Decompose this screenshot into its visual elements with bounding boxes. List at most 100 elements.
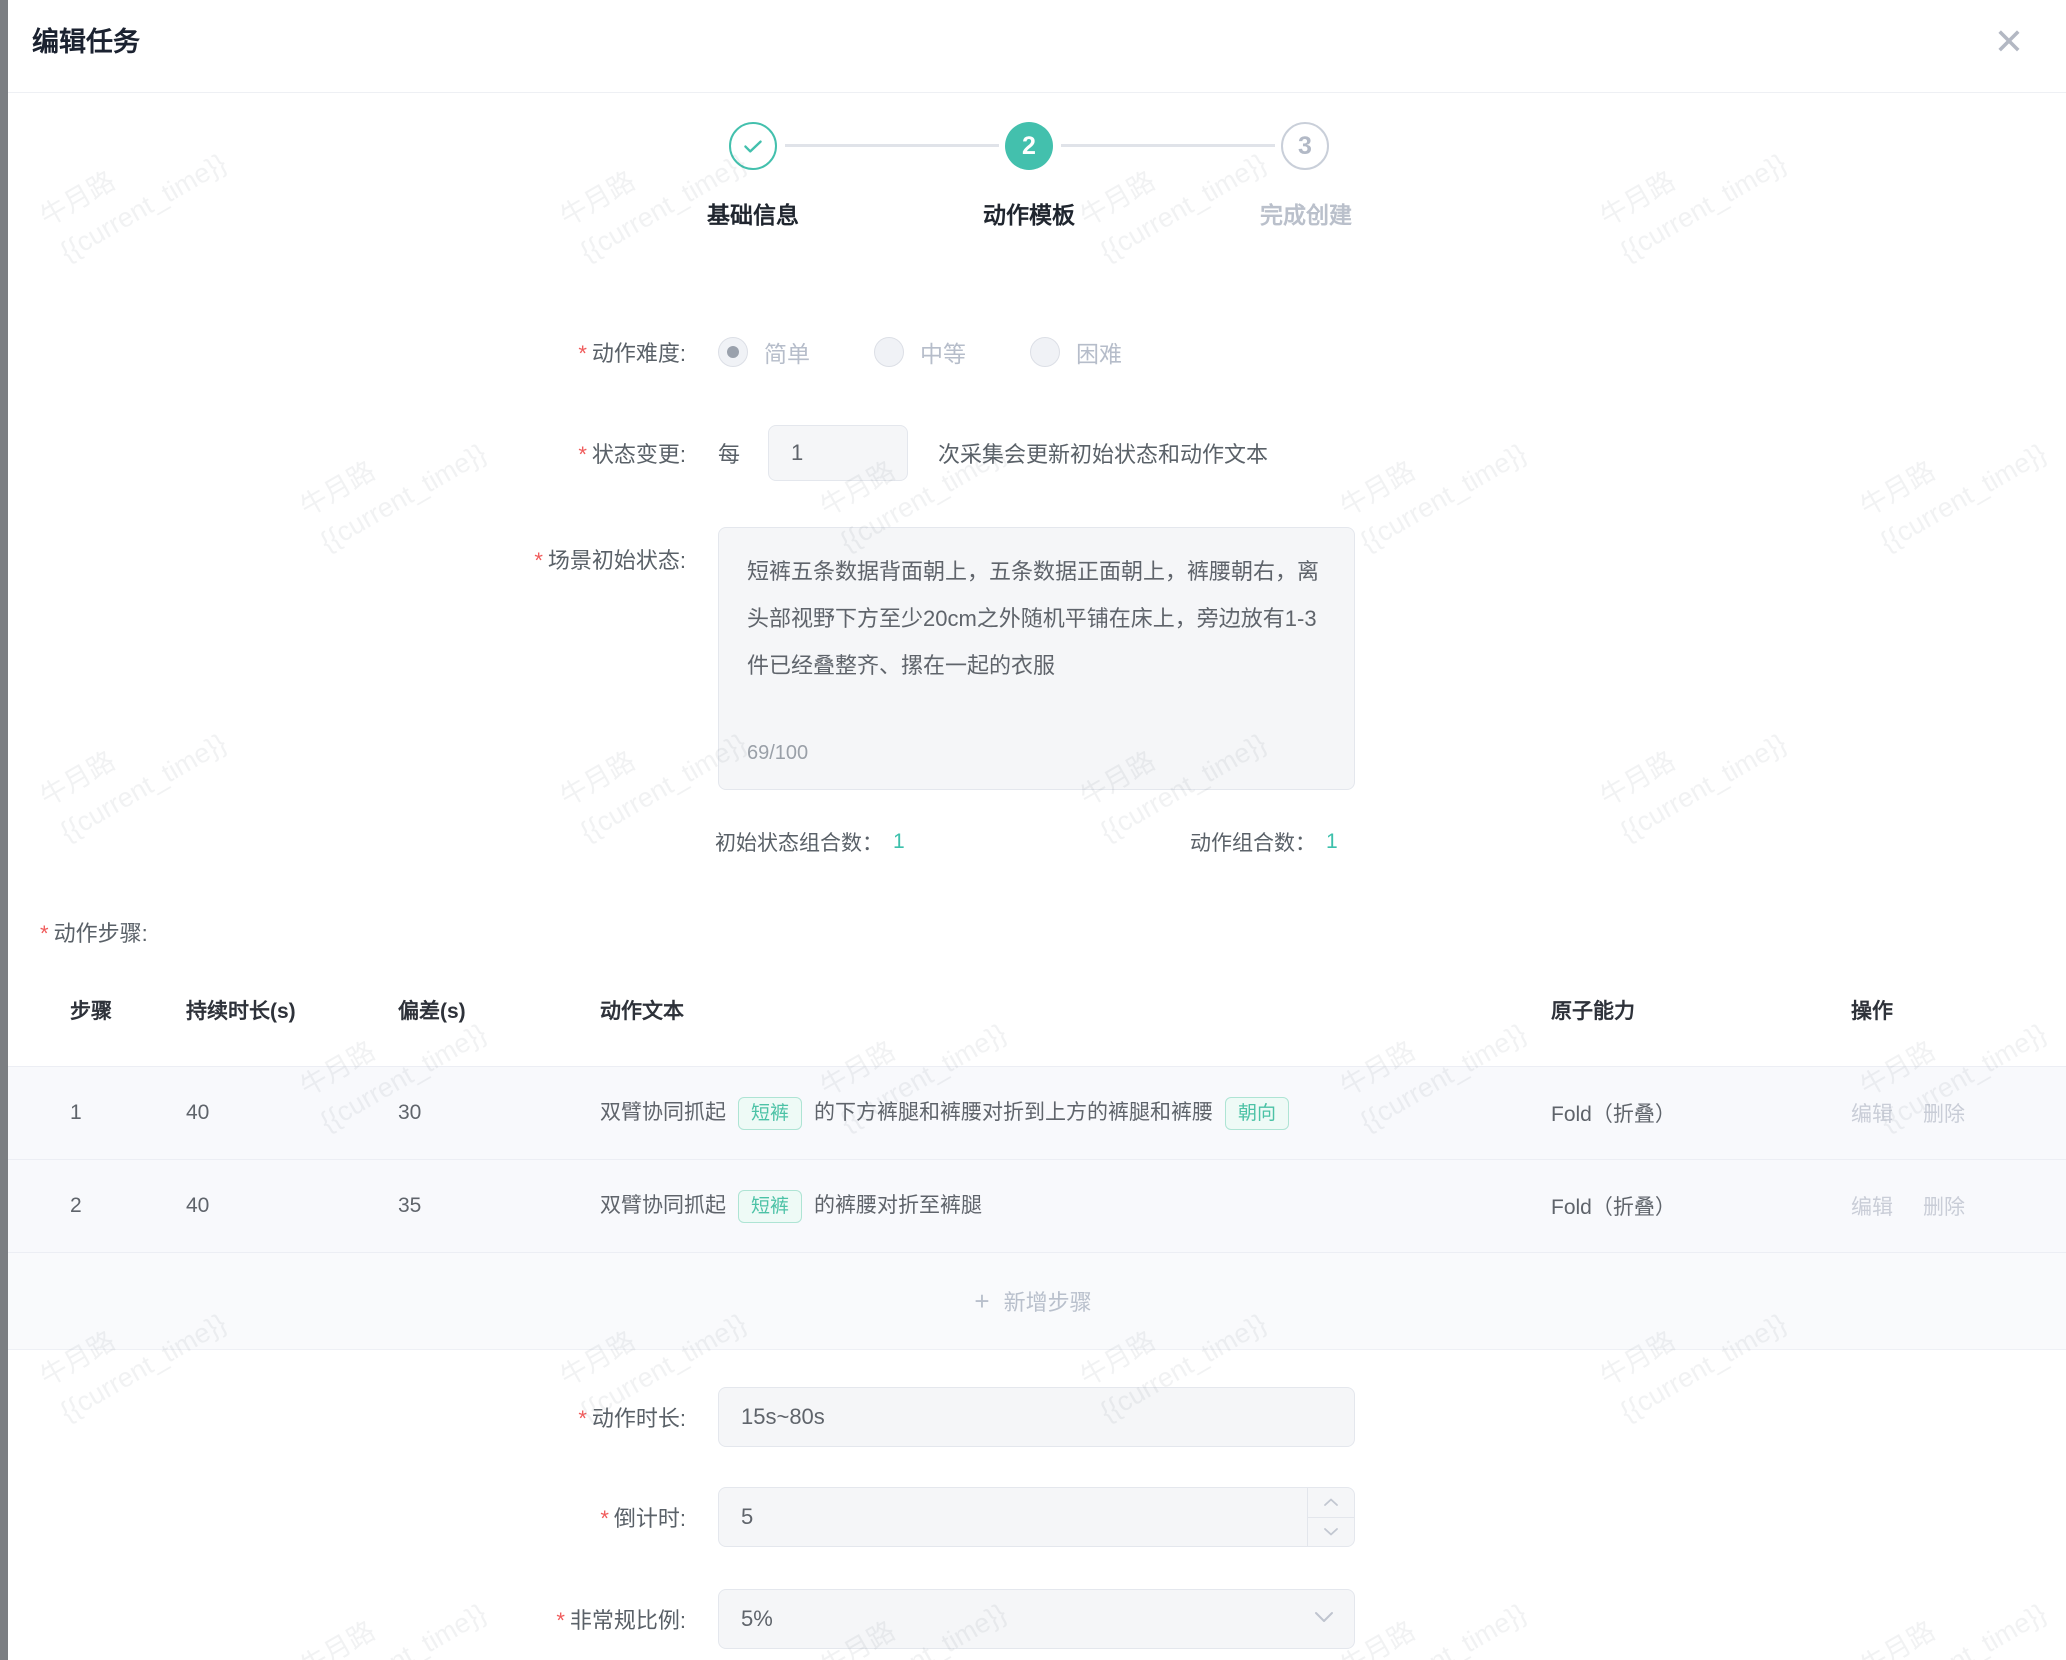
difficulty-radio-0[interactable]: 简单 [718, 335, 810, 369]
object-tag: 短裤 [738, 1190, 802, 1223]
step-connector [785, 144, 999, 147]
difficulty-label: *动作难度: [0, 336, 700, 368]
delete-link[interactable]: 删除 [1923, 1103, 1965, 1126]
step-3-number: 3 [1298, 132, 1312, 161]
table-row: 14030双臂协同抓起短裤的下方裤腿和裤腰对折到上方的裤腿和裤腰朝向Fold（折… [0, 1066, 2066, 1160]
deviation-cell: 30 [398, 1101, 600, 1125]
edit-link[interactable]: 编辑 [1851, 1103, 1893, 1126]
required-marker: * [40, 921, 49, 946]
step-2-number: 2 [1022, 132, 1036, 161]
initial-state-text: 短裤五条数据背面朝上，五条数据正面朝上，裤腰朝右，离头部视野下方至少20cm之外… [747, 548, 1326, 689]
edit-link[interactable]: 编辑 [1851, 1196, 1893, 1219]
state-change-input[interactable] [768, 425, 908, 481]
required-marker: * [578, 1406, 587, 1431]
unusual-ratio-label: *非常规比例: [0, 1603, 700, 1635]
close-icon[interactable]: ✕ [1994, 22, 2024, 62]
dialog-title: 编辑任务 [32, 0, 140, 84]
duration-input[interactable]: 15s~80s [718, 1387, 1355, 1447]
state-change-label: *状态变更: [0, 437, 700, 469]
difficulty-radio-2[interactable]: 困难 [1030, 335, 1122, 369]
countdown-label: *倒计时: [0, 1501, 700, 1533]
plus-icon: + [974, 1286, 989, 1317]
orientation-tag: 朝向 [1225, 1097, 1289, 1130]
duration-value: 15s~80s [719, 1404, 825, 1430]
chevron-down-icon [1314, 1610, 1334, 1628]
initial-combo-label: 初始状态组合数： [715, 827, 883, 857]
action-text: 的下方裤腿和裤腰对折到上方的裤腿和裤腰 [814, 1101, 1213, 1124]
add-step-label: 新增步骤 [1004, 1285, 1092, 1317]
spinner-up-icon[interactable] [1308, 1488, 1354, 1517]
state-change-row: *状态变更: 每 次采集会更新初始状态和动作文本 [0, 424, 2066, 482]
duration-row: *动作时长: 15s~80s [0, 1386, 2066, 1448]
difficulty-radio-1[interactable]: 中等 [874, 335, 966, 369]
col-header-duration: 持续时长(s) [186, 995, 398, 1025]
col-header-ability: 原子能力 [1551, 995, 1851, 1025]
col-header-step: 步骤 [0, 995, 186, 1025]
required-marker: * [534, 548, 543, 573]
object-tag: 短裤 [738, 1097, 802, 1130]
delete-link[interactable]: 删除 [1923, 1196, 1965, 1219]
initial-state-row: *场景初始状态: 短裤五条数据背面朝上，五条数据正面朝上，裤腰朝右，离头部视野下… [0, 527, 2066, 790]
step-connector [1061, 144, 1275, 147]
action-combo-value: 1 [1326, 830, 1338, 854]
action-steps-section-label: *动作步骤: [40, 916, 148, 948]
required-marker: * [556, 1608, 565, 1633]
unusual-ratio-value: 5% [719, 1606, 773, 1632]
add-step-button[interactable]: + 新增步骤 [0, 1253, 2066, 1350]
ability-cell: Fold（折叠） [1551, 1191, 1851, 1221]
radio-label: 困难 [1076, 335, 1122, 369]
step-3-circle: 3 [1281, 122, 1329, 170]
watermark-text: 牛月路{{current_time}} [1072, 109, 1273, 271]
check-icon [740, 133, 766, 159]
operations-cell: 编辑 删除 [1851, 1098, 2066, 1128]
deviation-cell: 35 [398, 1194, 600, 1218]
state-change-prefix: 每 [718, 437, 740, 469]
step-1-circle [729, 122, 777, 170]
duration-cell: 40 [186, 1194, 398, 1218]
step-3-label: 完成创建 [1186, 196, 1426, 230]
radio-label: 简单 [764, 335, 810, 369]
unusual-ratio-select[interactable]: 5% [718, 1589, 1355, 1649]
step-cell: 1 [0, 1101, 186, 1125]
radio-icon [718, 337, 748, 367]
radio-icon [874, 337, 904, 367]
operations-cell: 编辑 删除 [1851, 1191, 2066, 1221]
step-cell: 2 [0, 1194, 186, 1218]
required-marker: * [578, 341, 587, 366]
col-header-operations: 操作 [1851, 995, 2066, 1025]
edit-task-dialog: 编辑任务 ✕ 2 3 基础信息 动作模板 完成创建 *动作难度: 简单 中等 [0, 0, 2066, 1660]
page-left-edge [0, 0, 8, 1660]
action-text: 的裤腰对折至裤腿 [814, 1194, 982, 1217]
action-text-cell: 双臂协同抓起短裤的下方裤腿和裤腰对折到上方的裤腿和裤腰朝向 [600, 1096, 1551, 1130]
required-marker: * [600, 1506, 609, 1531]
duration-label: *动作时长: [0, 1401, 700, 1433]
char-counter: 69/100 [747, 730, 808, 777]
spinner-down-icon[interactable] [1308, 1517, 1354, 1547]
initial-combo-value: 1 [893, 830, 905, 854]
initial-combo-count: 初始状态组合数： 1 [715, 822, 905, 862]
countdown-input[interactable]: 5 [718, 1487, 1355, 1547]
duration-cell: 40 [186, 1101, 398, 1125]
required-marker: * [578, 442, 587, 467]
countdown-value: 5 [719, 1504, 753, 1530]
action-text: 双臂协同抓起 [600, 1194, 726, 1217]
table-row: 24035双臂协同抓起短裤的裤腰对折至裤腿Fold（折叠）编辑删除 [0, 1160, 2066, 1253]
countdown-row: *倒计时: 5 [0, 1486, 2066, 1548]
number-spinner [1307, 1488, 1354, 1546]
steps-table-header: 步骤 持续时长(s) 偏差(s) 动作文本 原子能力 操作 [0, 972, 2066, 1048]
unusual-ratio-row: *非常规比例: 5% [0, 1588, 2066, 1650]
radio-label: 中等 [920, 335, 966, 369]
watermark-text: 牛月路{{current_time}} [1592, 109, 1793, 271]
action-combo-count: 动作组合数： 1 [1190, 822, 1338, 862]
step-2-circle: 2 [1005, 122, 1053, 170]
col-header-deviation: 偏差(s) [398, 995, 600, 1025]
state-change-suffix: 次采集会更新初始状态和动作文本 [938, 437, 1268, 469]
action-text-cell: 双臂协同抓起短裤的裤腰对折至裤腿 [600, 1189, 1551, 1223]
action-combo-label: 动作组合数： [1190, 827, 1316, 857]
dialog-header: 编辑任务 ✕ [0, 0, 2066, 93]
initial-state-label: *场景初始状态: [0, 527, 700, 575]
watermark-text: 牛月路{{current_time}} [32, 109, 233, 271]
steps-table-body: 14030双臂协同抓起短裤的下方裤腿和裤腰对折到上方的裤腿和裤腰朝向Fold（折… [0, 1066, 2066, 1350]
action-text: 双臂协同抓起 [600, 1101, 726, 1124]
initial-state-textarea[interactable]: 短裤五条数据背面朝上，五条数据正面朝上，裤腰朝右，离头部视野下方至少20cm之外… [718, 527, 1355, 790]
